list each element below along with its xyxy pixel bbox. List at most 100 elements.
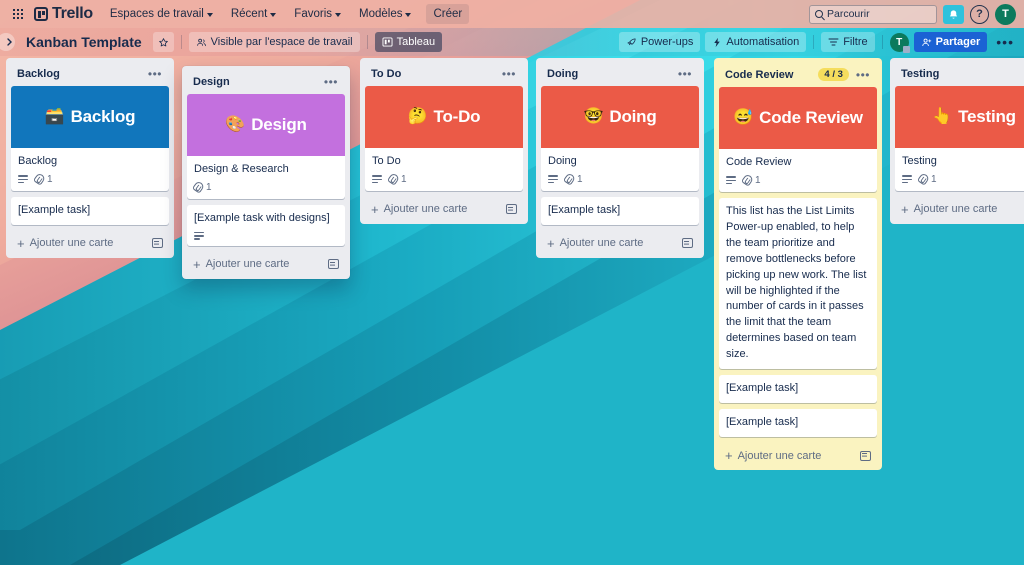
add-card-button[interactable]: + Ajouter une carte [719, 443, 877, 466]
add-card-button[interactable]: + Ajouter une carte [365, 197, 523, 220]
list-backlog: Backlog ••• 🗃️ Backlog Backlog 1 [Example task… [6, 58, 174, 258]
add-card-label: Ajouter une carte [913, 203, 998, 216]
nav-item-templates[interactable]: Modèles [352, 4, 418, 24]
card-attachment-badge: 1 [191, 180, 212, 195]
paperclip-icon [191, 180, 206, 195]
list-header: Backlog ••• [11, 63, 169, 86]
question-mark-icon: ? [976, 8, 983, 20]
card-template-icon[interactable] [682, 238, 693, 249]
list-title[interactable]: Doing [547, 68, 671, 80]
attachment-count: 1 [401, 173, 407, 185]
nav-left-group: Trello [8, 3, 99, 25]
notifications-button[interactable] [943, 4, 964, 24]
card-template-icon[interactable] [152, 238, 163, 249]
list-title[interactable]: To Do [371, 68, 495, 80]
brand-name: Trello [52, 5, 93, 22]
search-placeholder: Parcourir [827, 8, 870, 20]
card-cover-emoji: 🤓 [583, 108, 604, 125]
trello-home-link[interactable]: Trello [30, 3, 99, 25]
create-button-label: Créer [433, 8, 463, 20]
card-cover: 🎨 Design [187, 94, 345, 156]
card[interactable]: [Example task] [719, 409, 877, 438]
add-card-button[interactable]: + Ajouter une carte [11, 231, 169, 254]
card[interactable]: 👆 Testing Testing 1 [895, 86, 1024, 191]
user-avatar[interactable]: T [995, 3, 1016, 25]
plus-icon: + [901, 201, 909, 217]
chevron-down-icon [270, 12, 277, 17]
create-button[interactable]: Créer [426, 4, 470, 24]
list-title[interactable]: Testing [901, 68, 1024, 80]
list-to-do: To Do ••• 🤔 To-Do To Do 1 + Ajouter une carte [360, 58, 528, 224]
description-icon [902, 175, 912, 184]
card[interactable]: [Example task with designs] [187, 204, 345, 246]
list-actions-menu-button[interactable]: ••• [675, 68, 695, 80]
card-cover: 😅 Code Review [719, 87, 877, 149]
nav-right-group: Parcourir ? T [809, 3, 1016, 25]
list-title[interactable]: Code Review [725, 69, 814, 81]
grid-apps-icon[interactable] [8, 4, 28, 24]
card-title: [Example task] [548, 203, 621, 216]
card-body: [Example task] [719, 409, 877, 437]
list-title[interactable]: Design [193, 76, 317, 88]
plus-icon: + [17, 235, 25, 251]
card[interactable]: 🤔 To-Do To Do 1 [365, 86, 523, 191]
card-title: Code Review [726, 156, 792, 168]
list-limit-badge: 4 / 3 [818, 68, 849, 81]
description-icon [548, 175, 558, 184]
nav-item-recent-label: Récent [230, 8, 268, 20]
card[interactable]: 🤓 Doing Doing 1 [541, 86, 699, 191]
card[interactable]: [Example task] [541, 196, 699, 225]
card-title: [Example task] [18, 203, 91, 216]
list-doing: Doing ••• 🤓 Doing Doing 1 [Example task] + Ajout… [536, 58, 704, 258]
card-cover: 🤔 To-Do [365, 86, 523, 148]
nav-item-workspaces[interactable]: Espaces de travail [103, 4, 220, 24]
nav-item-recent[interactable]: Récent [224, 4, 283, 24]
card[interactable]: This list has the List Limits Power-up e… [719, 197, 877, 370]
card-badges: 1 [372, 172, 516, 187]
card[interactable]: 😅 Code Review Code Review 1 [719, 87, 877, 192]
card-body: Design & Research 1 [187, 156, 345, 199]
card-body: [Example task] [719, 375, 877, 403]
help-button[interactable]: ? [970, 4, 989, 24]
list-title[interactable]: Backlog [17, 68, 141, 80]
card-body: Code Review 1 [719, 149, 877, 192]
search-input[interactable]: Parcourir [809, 4, 937, 24]
card-body: Testing 1 [895, 148, 1024, 191]
board-header-bar: Kanban Template Visible par l'espace de … [0, 28, 1024, 56]
description-icon [726, 176, 736, 185]
add-card-button[interactable]: + Ajouter une carte [187, 252, 345, 275]
attachment-count: 1 [577, 173, 583, 185]
chevron-down-icon [335, 12, 341, 17]
paperclip-icon [32, 172, 47, 187]
add-card-label: Ajouter une carte [29, 237, 114, 250]
card[interactable]: [Example task] [719, 375, 877, 404]
card-cover-text: Code Review [759, 108, 863, 127]
card-template-icon[interactable] [860, 450, 871, 461]
add-card-button[interactable]: + Ajouter une carte [541, 231, 699, 254]
list-actions-menu-button[interactable]: ••• [853, 69, 873, 81]
list-header: Code Review 4 / 3 ••• [719, 63, 877, 87]
nav-item-templates-label: Modèles [359, 8, 403, 20]
card-badges: 1 [191, 180, 338, 195]
add-card-label: Ajouter une carte [383, 203, 468, 216]
card-template-icon[interactable] [506, 204, 517, 215]
card-cover: 👆 Testing [895, 86, 1024, 148]
paperclip-icon [386, 172, 401, 187]
board-member-avatar[interactable]: T [889, 32, 910, 53]
list-actions-menu-button[interactable]: ••• [499, 68, 519, 80]
card-body: [Example task] [11, 197, 169, 225]
add-card-button[interactable]: + Ajouter une carte [895, 197, 1024, 220]
card-title: To Do [372, 155, 401, 167]
card-template-icon[interactable] [328, 259, 339, 270]
card[interactable]: [Example task] [11, 196, 169, 225]
card[interactable]: 🎨 Design Design & Research 1 [187, 94, 345, 199]
list-header: Design ••• [187, 71, 345, 94]
nav-item-favorites[interactable]: Favoris [287, 4, 348, 24]
top-navigation-bar: Trello Espaces de travail Récent Favoris… [0, 0, 1024, 28]
board-view-dropdown[interactable] [0, 32, 1024, 52]
list-actions-menu-button[interactable]: ••• [145, 68, 165, 80]
description-icon [194, 231, 204, 240]
list-actions-menu-button[interactable]: ••• [321, 76, 341, 88]
card[interactable]: 🗃️ Backlog Backlog 1 [11, 86, 169, 191]
avatar-initial: T [1002, 8, 1009, 20]
